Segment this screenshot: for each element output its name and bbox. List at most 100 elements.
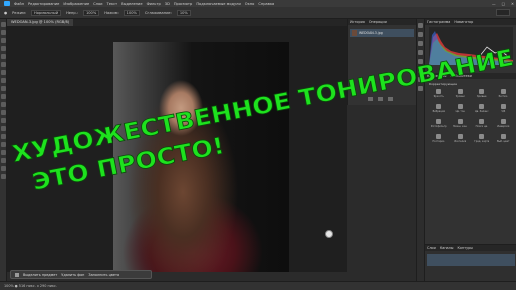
- menu-image[interactable]: Изображение: [63, 2, 89, 6]
- zoom-tool-icon[interactable]: [1, 174, 6, 179]
- adjustment-brightness[interactable]: Яркость: [429, 89, 449, 101]
- eraser-tool-icon[interactable]: [1, 102, 6, 107]
- adjustment-levels[interactable]: Уровни: [451, 89, 471, 101]
- invert-icon: [500, 119, 506, 124]
- properties-panel-icon[interactable]: [418, 41, 423, 46]
- snapshot-thumbnail: [352, 30, 357, 36]
- hue-icon: [457, 104, 463, 109]
- photo-filter-icon: [436, 119, 442, 124]
- tab-actions[interactable]: Операции: [369, 19, 387, 25]
- move-tool-icon[interactable]: [1, 22, 6, 27]
- document-tab[interactable]: WEDOAN-3.jpg @ 100% (RGB/8): [7, 19, 74, 26]
- type-tool-icon[interactable]: [1, 142, 6, 147]
- tab-navigator[interactable]: Навигатор: [454, 19, 473, 25]
- menu-plugins[interactable]: Подключаемые модули: [196, 2, 240, 6]
- new-document-icon[interactable]: [368, 97, 373, 101]
- menu-select[interactable]: Выделение: [121, 2, 142, 6]
- adjustment-exposure[interactable]: Экспоз.: [494, 89, 514, 101]
- tab-histogram[interactable]: Гистограмма: [427, 19, 450, 25]
- brush-tool-icon[interactable]: [1, 78, 6, 83]
- options-bar: ● Режим: Нормальный Непр.: 100% Нажим: 1…: [0, 7, 516, 19]
- eyedropper-tool-icon[interactable]: [1, 62, 6, 67]
- tab-channels[interactable]: Каналы: [440, 245, 454, 251]
- quick-select-tool-icon[interactable]: [1, 46, 6, 51]
- menu-3d[interactable]: 3D: [165, 2, 170, 6]
- grid-icon: [479, 119, 485, 124]
- stamp-tool-icon[interactable]: [1, 86, 6, 91]
- posterize-icon: [436, 134, 442, 139]
- menu-file[interactable]: Файл: [14, 2, 24, 6]
- menu-filter[interactable]: Фильтр: [147, 2, 161, 6]
- adjustment-color-balance[interactable]: Цв. баланс: [472, 104, 492, 116]
- path-select-tool-icon[interactable]: [1, 150, 6, 155]
- tab-adjustments[interactable]: Коррекция: [427, 73, 446, 79]
- mode-select[interactable]: Нормальный: [31, 9, 62, 16]
- minimize-button[interactable]: —: [492, 2, 496, 6]
- opacity-field[interactable]: 100%: [82, 9, 100, 16]
- adjustment-color-lookup[interactable]: Поиск цв.: [472, 119, 492, 131]
- pen-tool-icon[interactable]: [1, 134, 6, 139]
- document-tabs: WEDOAN-3.jpg @ 100% (RGB/8): [7, 19, 347, 26]
- contextual-task-bar: Выделить предмет Удалить фон Заполнить ц…: [10, 270, 152, 279]
- menu-view[interactable]: Просмотр: [174, 2, 192, 6]
- swatches-panel-icon[interactable]: [418, 77, 423, 82]
- menu-help[interactable]: Справка: [258, 2, 274, 6]
- blur-tool-icon[interactable]: [1, 118, 6, 123]
- remove-background-button[interactable]: Удалить фон: [61, 273, 84, 277]
- maximize-button[interactable]: □: [502, 2, 505, 6]
- marquee-tool-icon[interactable]: [1, 30, 6, 35]
- brush-tool-icon[interactable]: ●: [4, 11, 7, 15]
- crop-tool-icon[interactable]: [1, 54, 6, 59]
- history-panel-buttons: [368, 97, 393, 101]
- adjustment-threshold[interactable]: Изогелия: [451, 134, 471, 146]
- dodge-tool-icon[interactable]: [1, 126, 6, 131]
- hand-tool-icon[interactable]: [1, 166, 6, 171]
- adjustment-gradient-map[interactable]: Град. карта: [472, 134, 492, 146]
- lasso-tool-icon[interactable]: [1, 38, 6, 43]
- adjustment-hue[interactable]: Цв. тон: [451, 104, 471, 116]
- history-brush-tool-icon[interactable]: [1, 94, 6, 99]
- adjustments-title: Корректирующие: [429, 82, 457, 86]
- history-snapshot[interactable]: WEDOAN-3.jpg: [350, 29, 414, 37]
- tools-panel: [0, 19, 7, 281]
- tab-paths[interactable]: Контуры: [457, 245, 473, 251]
- adjustment-posterize[interactable]: Постериз.: [429, 134, 449, 146]
- paragraph-panel-icon[interactable]: [418, 68, 423, 73]
- flow-field[interactable]: 100%: [123, 9, 140, 16]
- history-panel-icon[interactable]: [418, 23, 423, 28]
- adjustment-curves[interactable]: Кривые: [472, 89, 492, 101]
- adjustment-photo-filter[interactable]: Фотофильтр: [429, 119, 449, 131]
- character-panel-icon[interactable]: [418, 59, 423, 64]
- workspace-button[interactable]: [496, 9, 510, 16]
- options-icon[interactable]: [15, 272, 19, 277]
- trash-icon[interactable]: [388, 97, 393, 101]
- gradient-tool-icon[interactable]: [1, 110, 6, 115]
- menu-edit[interactable]: Редактирование: [28, 2, 59, 6]
- adjustment-channel-mixer[interactable]: Микш. кан.: [451, 119, 471, 131]
- menu-layers[interactable]: Слои: [93, 2, 102, 6]
- menu-window[interactable]: Окно: [245, 2, 255, 6]
- smoothing-field[interactable]: 10%: [176, 9, 191, 16]
- selective-color-icon: [500, 134, 506, 139]
- tab-libraries[interactable]: Библиотеки: [450, 73, 471, 79]
- sun-icon: [436, 89, 442, 94]
- adjustment-vibrance[interactable]: Вибрация: [429, 104, 449, 116]
- photoshop-logo-icon: [4, 1, 10, 6]
- fill-colors-button[interactable]: Заполнить цвета: [88, 273, 119, 277]
- snapshot-icon[interactable]: [378, 97, 383, 101]
- healing-tool-icon[interactable]: [1, 70, 6, 75]
- adjustment-selective-color[interactable]: Выб. цвет: [494, 134, 514, 146]
- shape-tool-icon[interactable]: [1, 158, 6, 163]
- tab-layers[interactable]: Слои: [427, 245, 436, 251]
- brush-panel-icon[interactable]: [418, 50, 423, 55]
- adjustment-invert[interactable]: Инверсия: [494, 119, 514, 131]
- close-button[interactable]: ✕: [511, 2, 514, 6]
- adjustment-black-white[interactable]: Ч/Б: [494, 104, 514, 116]
- actions-panel-icon[interactable]: [418, 32, 423, 37]
- select-subject-button[interactable]: Выделить предмет: [23, 273, 57, 277]
- tab-history[interactable]: История: [350, 19, 365, 25]
- menu-type[interactable]: Текст: [107, 2, 118, 6]
- portrait-photo[interactable]: [113, 42, 289, 272]
- layer-row[interactable]: [427, 254, 515, 266]
- info-panel-icon[interactable]: [418, 86, 423, 91]
